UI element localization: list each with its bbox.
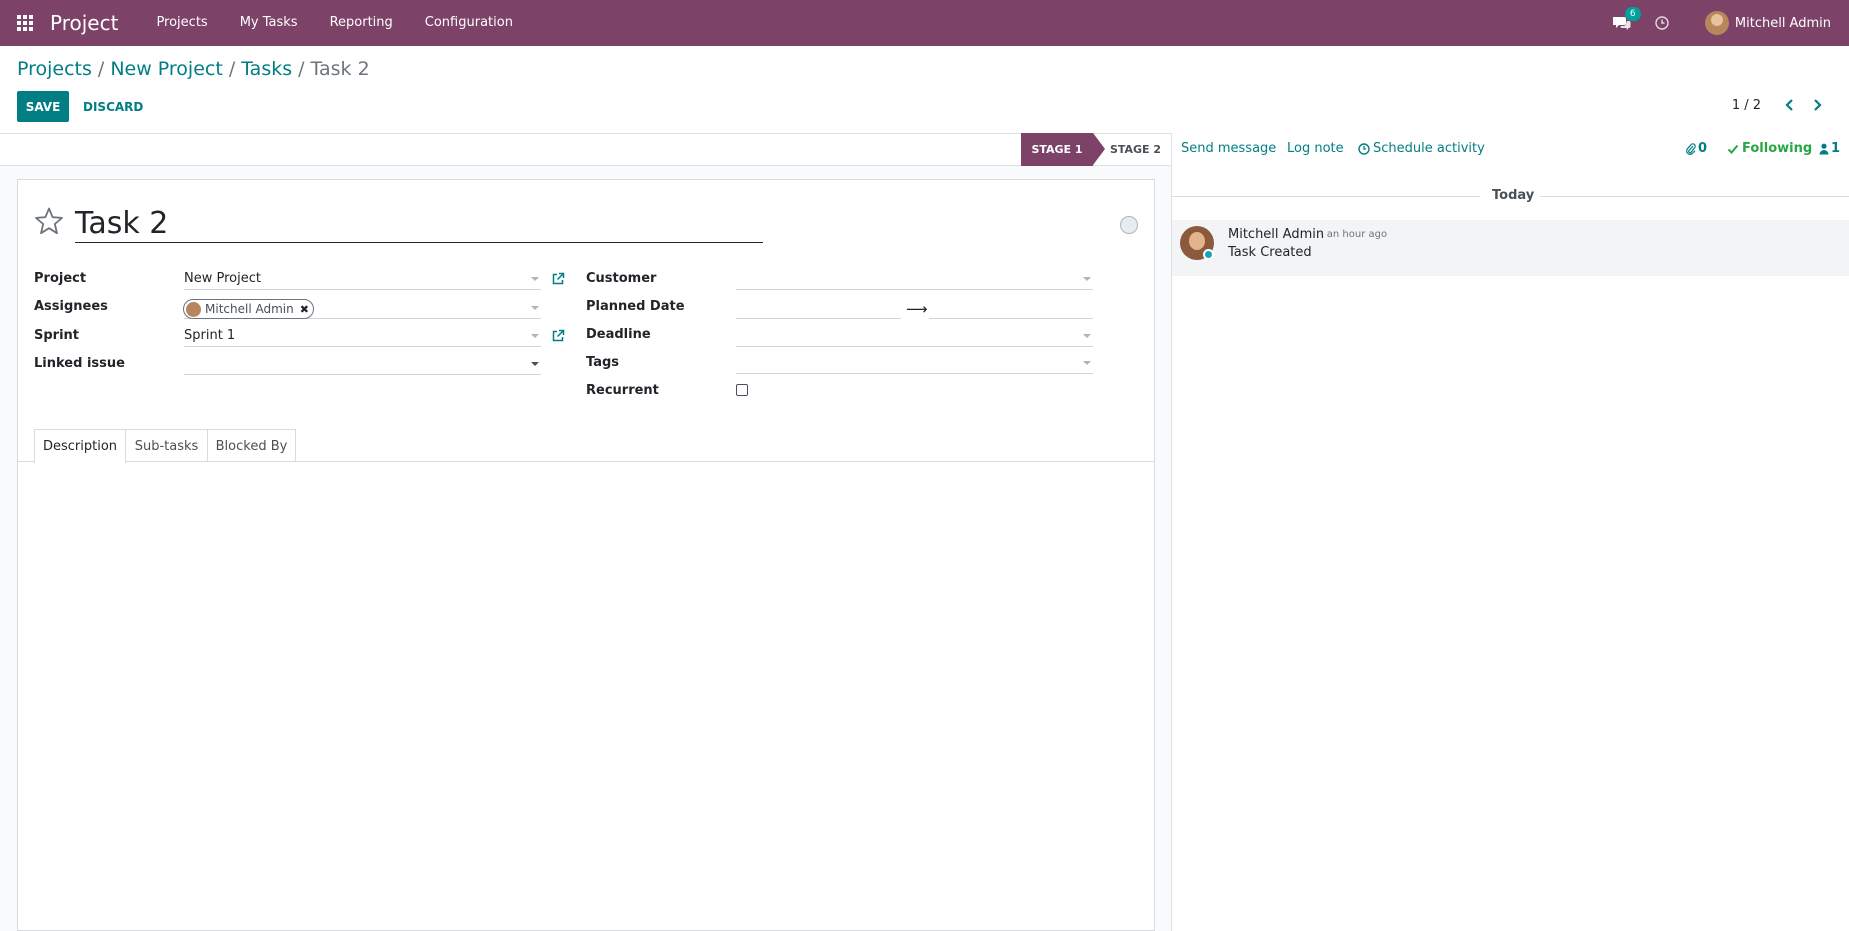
deadline-label: Deadline <box>586 327 651 342</box>
external-link-icon <box>552 272 565 285</box>
customer-field[interactable] <box>736 268 1093 290</box>
chevron-down-icon <box>1083 277 1091 281</box>
clock-icon <box>1655 16 1669 30</box>
project-value: New Project <box>184 271 261 286</box>
breadcrumb: Projects / New Project / Tasks / Task 2 <box>17 58 370 80</box>
paperclip-icon <box>1686 142 1696 155</box>
attachments-count: 0 <box>1698 141 1708 156</box>
breadcrumb-separator: / <box>228 58 236 80</box>
assignees-label: Assignees <box>34 299 108 314</box>
menu-reporting[interactable]: Reporting <box>314 0 409 46</box>
user-menu[interactable]: Mitchell Admin <box>1704 11 1831 35</box>
following-button[interactable]: Following <box>1727 141 1812 156</box>
send-message-button[interactable]: Send message <box>1181 141 1276 156</box>
schedule-activity-button[interactable]: Schedule activity <box>1358 141 1485 156</box>
chevron-down-icon <box>531 277 539 281</box>
sprint-external-link-button[interactable] <box>551 329 565 343</box>
save-button[interactable]: SAVE <box>17 91 69 122</box>
priority-star-icon[interactable] <box>34 206 64 236</box>
planned-date-label: Planned Date <box>586 299 685 314</box>
user-icon <box>1819 143 1829 154</box>
tab-blocked-by[interactable]: Blocked By <box>207 429 296 462</box>
pager-value[interactable]: 1 / 2 <box>1732 98 1761 113</box>
planned-date-end-field[interactable] <box>929 297 1093 319</box>
recurrent-checkbox[interactable] <box>736 384 748 396</box>
messages-count-badge: 6 <box>1624 7 1641 21</box>
apps-menu-button[interactable] <box>0 0 50 46</box>
breadcrumb-projects[interactable]: Projects <box>17 58 92 80</box>
menu-my-tasks[interactable]: My Tasks <box>224 0 314 46</box>
messaging-menu-button[interactable]: 6 <box>1611 7 1641 31</box>
tab-sub-tasks[interactable]: Sub-tasks <box>125 429 208 462</box>
clock-icon <box>1358 142 1370 155</box>
message-time: - an hour ago <box>1320 229 1388 240</box>
schedule-activity-label: Schedule activity <box>1373 141 1485 156</box>
pager-previous-button[interactable] <box>1782 96 1798 114</box>
project-external-link-button[interactable] <box>551 272 565 286</box>
remove-tag-icon[interactable]: ✖ <box>300 303 309 316</box>
chevron-down-icon <box>1083 361 1091 365</box>
avatar <box>1704 11 1729 35</box>
menu-projects[interactable]: Projects <box>140 0 223 46</box>
tags-label: Tags <box>586 355 620 370</box>
kanban-state-indicator[interactable] <box>1120 216 1138 234</box>
avatar <box>186 301 201 317</box>
user-name: Mitchell Admin <box>1734 15 1831 31</box>
sprint-label: Sprint <box>34 328 80 343</box>
stage-button-next[interactable]: STAGE 2 <box>1108 133 1163 166</box>
tags-field[interactable] <box>736 352 1093 374</box>
following-label: Following <box>1742 141 1813 156</box>
external-link-icon <box>552 329 565 342</box>
assignee-tag-label: Mitchell Admin <box>205 302 294 316</box>
form-sheet <box>17 179 1155 931</box>
log-note-button[interactable]: Log note <box>1287 141 1344 156</box>
breadcrumb-tasks[interactable]: Tasks <box>241 58 292 80</box>
breadcrumb-current: Task 2 <box>310 58 370 80</box>
message-body: Task Created <box>1228 245 1312 260</box>
check-icon <box>1727 144 1739 154</box>
tab-description[interactable]: Description <box>34 429 126 463</box>
recurrent-label: Recurrent <box>586 383 659 398</box>
project-label: Project <box>34 271 87 286</box>
breadcrumb-separator: / <box>97 58 105 80</box>
chevron-down-icon <box>531 334 539 338</box>
chevron-down-icon <box>531 362 539 366</box>
date-separator: Today <box>1172 188 1849 204</box>
task-title-input[interactable]: Task 2 <box>75 205 763 243</box>
chevron-down-icon <box>531 306 539 310</box>
chevron-right-icon <box>1814 99 1822 111</box>
breadcrumb-separator: / <box>298 58 305 80</box>
top-navbar: Project Projects My Tasks Reporting Conf… <box>0 0 1849 46</box>
separator-line <box>1540 196 1849 197</box>
online-status-icon <box>1203 249 1214 260</box>
sprint-field[interactable]: Sprint 1 <box>184 325 541 347</box>
customer-label: Customer <box>586 271 657 286</box>
pager-next-button[interactable] <box>1809 96 1825 114</box>
menu-configuration[interactable]: Configuration <box>409 0 529 46</box>
linked-issue-field[interactable] <box>184 353 541 375</box>
statusbar <box>0 133 1171 166</box>
long-arrow-right-icon: ⟶ <box>906 300 928 318</box>
chevron-left-icon <box>1785 99 1793 111</box>
planned-date-start-field[interactable] <box>736 297 901 319</box>
app-brand[interactable]: Project <box>50 11 118 35</box>
assignee-tag: Mitchell Admin ✖ <box>183 299 314 319</box>
chevron-down-icon <box>1083 334 1091 338</box>
sprint-value: Sprint 1 <box>184 328 236 343</box>
attachments-button[interactable]: 0 <box>1686 141 1707 156</box>
linked-issue-label: Linked issue <box>34 356 125 371</box>
followers-count: 1 <box>1831 141 1841 156</box>
followers-button[interactable]: 1 <box>1819 141 1840 156</box>
star-icon <box>35 207 63 235</box>
breadcrumb-new-project[interactable]: New Project <box>110 58 223 80</box>
project-field[interactable]: New Project <box>184 268 541 290</box>
apps-grid-icon <box>17 15 33 31</box>
date-separator-label: Today <box>1492 188 1535 203</box>
discard-button[interactable]: DISCARD <box>81 91 145 122</box>
separator-line <box>1172 196 1480 197</box>
deadline-field[interactable] <box>736 325 1093 347</box>
message-author[interactable]: Mitchell Admin <box>1228 227 1324 242</box>
activity-menu-button[interactable] <box>1655 16 1669 30</box>
stage-button-active[interactable]: STAGE 1 <box>1021 133 1105 166</box>
